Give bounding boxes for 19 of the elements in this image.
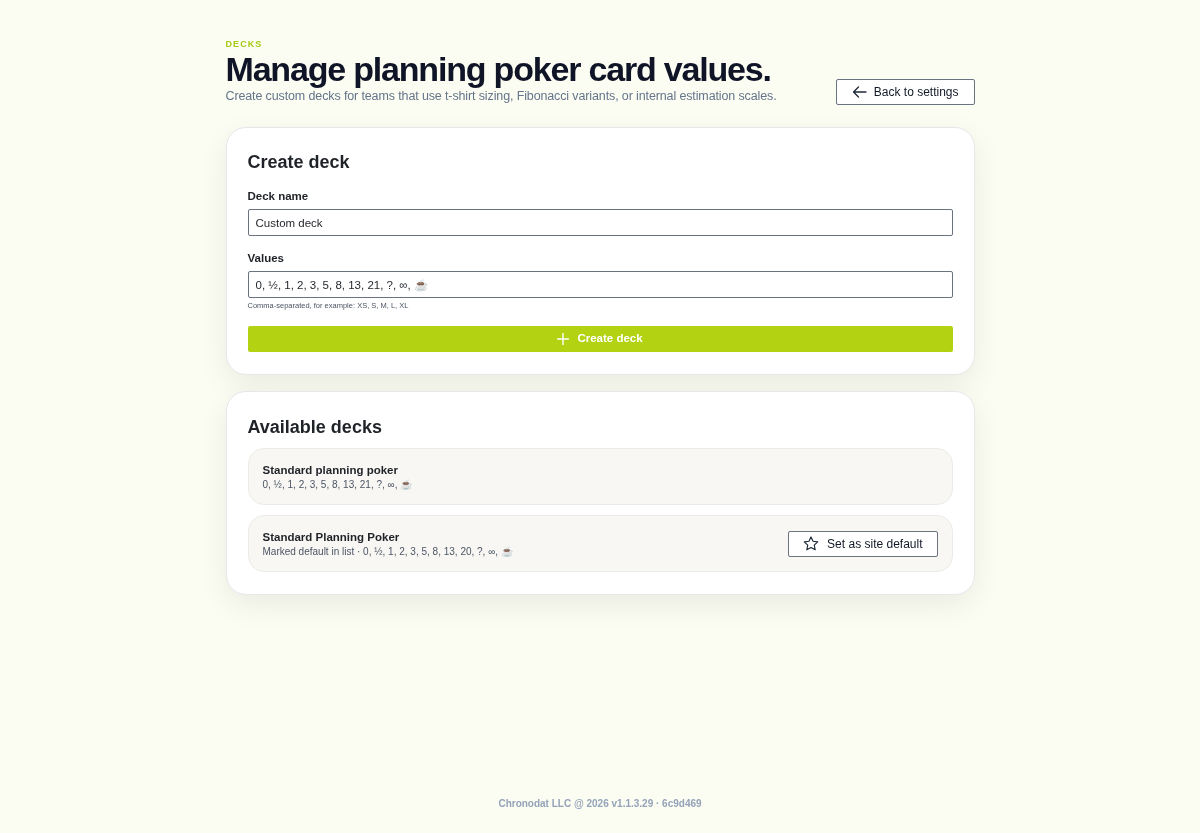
page-title: Manage planning poker card values.	[225, 51, 772, 88]
deck-values: Marked default in list · 0, ½, 1, 2, 3, 5, 8, 13, 20, ?, ∞, ☕	[262, 544, 513, 558]
text-input-field[interactable]: 0, ½, 1, 2, 3, 5, 8, 13, 21, ?, ∞, ☕	[247, 271, 953, 298]
set-site-default-button[interactable]: Set as site default	[788, 530, 938, 557]
card-heading: Create deck	[247, 151, 351, 173]
card-heading: Available decks	[247, 416, 383, 438]
footer-text: Chronodat LLC @ 2026 v1.1.3.29 · 6c9d469	[498, 797, 702, 810]
back-to-settings-button[interactable]: Back to settings	[835, 79, 975, 105]
page-subtitle: Create custom decks for teams that use t-shirt sizing, Fibonacci variants, or internal estimation scales.	[225, 88, 777, 104]
field-label: Values	[247, 251, 285, 266]
deck-name: Standard Planning Poker	[262, 529, 401, 545]
plus-icon	[557, 333, 570, 345]
deck-name: Standard planning poker	[262, 462, 399, 478]
field-label: Deck name	[247, 189, 310, 204]
arrow-left-icon	[851, 86, 867, 98]
text-input-field[interactable]: Custom deck	[247, 209, 953, 236]
section-eyebrow: DECKS	[225, 38, 264, 50]
deck-values: 0, ½, 1, 2, 3, 5, 8, 13, 21, ?, ∞, ☕	[262, 477, 413, 491]
star-icon	[803, 536, 820, 551]
